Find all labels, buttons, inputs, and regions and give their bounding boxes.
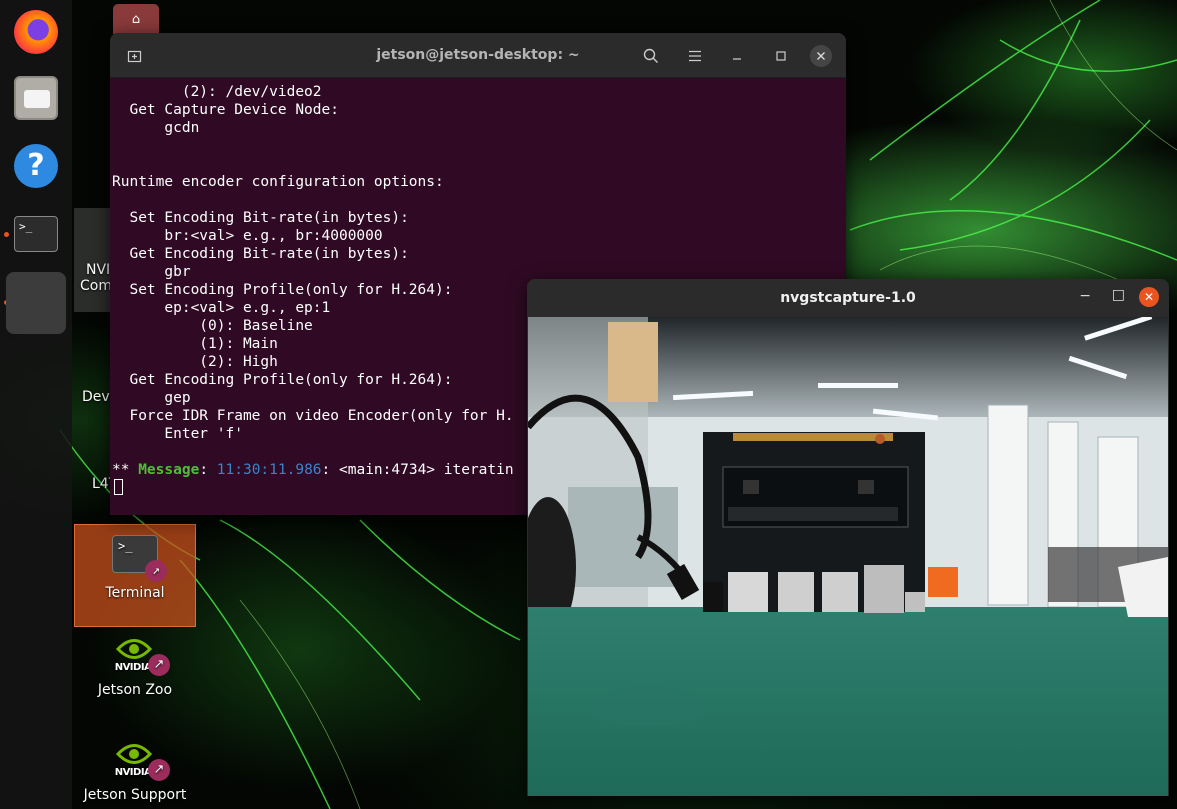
terminal-line: Set Encoding Bit-rate(in bytes): <box>112 210 409 226</box>
camera-window-title: nvgstcapture-1.0 <box>780 290 916 306</box>
camera-feed <box>528 317 1168 796</box>
terminal-titlebar[interactable]: jetson@jetson-desktop: ~ <box>110 33 846 78</box>
dock-item-firefox[interactable] <box>8 4 64 60</box>
shortcut-arrow-icon: ↗ <box>148 654 170 676</box>
minimize-icon[interactable] <box>726 45 748 67</box>
dock-item-active-window[interactable] <box>6 272 66 334</box>
dock-item-files[interactable] <box>8 70 64 126</box>
nvidia-logo-icon: NVIDIA ↗ <box>110 741 170 781</box>
message-part: : <box>199 462 217 478</box>
jetson-board <box>703 432 925 613</box>
terminal-line: Get Encoding Bit-rate(in bytes): <box>112 246 409 262</box>
desktop-icon-label: Terminal <box>105 585 165 601</box>
camera-scene <box>528 317 1168 796</box>
camera-preview-window[interactable]: nvgstcapture-1.0 − □ ✕ <box>527 279 1169 796</box>
desktop-icon-jetson-zoo[interactable]: NVIDIA ↗ Jetson Zoo <box>74 632 196 732</box>
dock: ? >_ <box>0 0 72 809</box>
menu-icon[interactable] <box>684 45 706 67</box>
message-part: 11:30:11.986 <box>216 462 322 478</box>
text-cursor <box>114 479 123 495</box>
nvidia-logo-icon: NVIDIA ↗ <box>110 636 170 676</box>
message-part: Message <box>138 462 200 478</box>
desktop-icon-partial-nvidia[interactable]: NVI Com <box>74 208 114 312</box>
desktop-icon-jetson-support[interactable]: NVIDIA ↗ Jetson Support <box>74 737 196 809</box>
search-icon[interactable] <box>640 45 662 67</box>
shortcut-arrow-icon: ↗ <box>145 560 167 582</box>
desktop-icon-label: Jetson Zoo <box>97 682 173 698</box>
terminal-line: br:<val> e.g., br:4000000 <box>112 228 383 244</box>
maximize-icon[interactable] <box>770 45 792 67</box>
message-part: ** <box>112 462 139 478</box>
minimize-icon[interactable]: − <box>1079 288 1091 304</box>
shortcut-arrow-icon: ↗ <box>148 759 170 781</box>
maximize-icon[interactable]: □ <box>1112 287 1125 303</box>
close-icon[interactable] <box>810 45 832 67</box>
close-icon[interactable]: ✕ <box>1139 287 1159 307</box>
terminal-line: Get Capture Device Node: <box>112 102 339 118</box>
home-folder-icon[interactable]: ⌂ <box>113 4 159 34</box>
terminal-line: Runtime encoder configuration options: <box>112 174 444 190</box>
terminal-line: (2): /dev/video2 <box>112 84 322 100</box>
camera-titlebar[interactable]: nvgstcapture-1.0 − □ ✕ <box>527 279 1169 317</box>
desktop-icon-label: Jetson Support <box>83 787 187 803</box>
firefox-icon <box>14 10 58 54</box>
terminal-icon: >_ ↗ <box>112 535 167 582</box>
terminal-line: gcdn <box>112 120 200 136</box>
help-icon: ? <box>14 144 58 188</box>
files-icon <box>14 76 58 120</box>
dock-item-terminal[interactable]: >_ <box>8 206 64 262</box>
dock-item-help[interactable]: ? <box>8 138 64 194</box>
message-part: : <main:4734> iteratin <box>321 462 514 478</box>
desktop-icon-terminal[interactable]: >_ ↗ Terminal <box>74 524 196 627</box>
terminal-icon: >_ <box>14 216 58 252</box>
